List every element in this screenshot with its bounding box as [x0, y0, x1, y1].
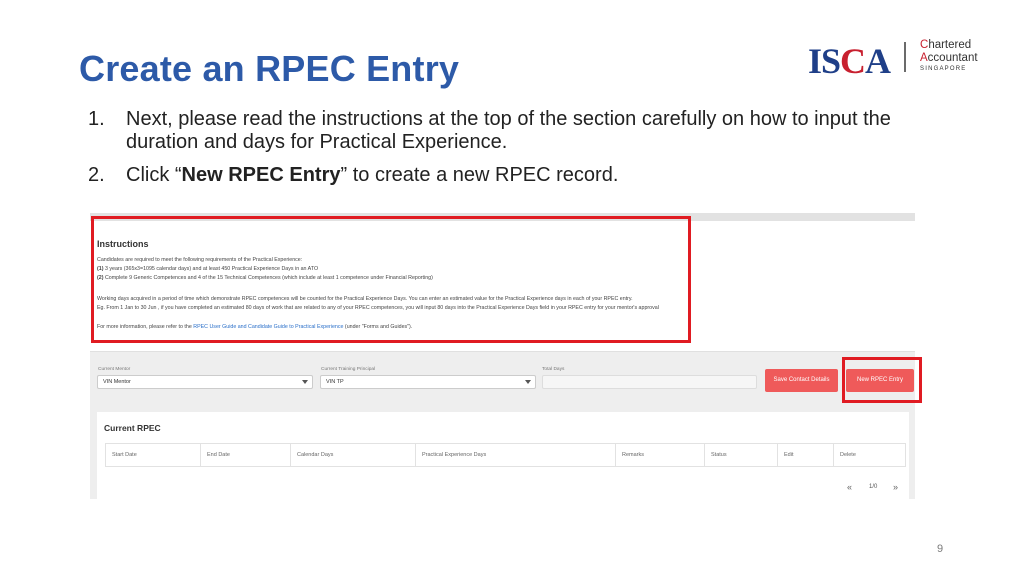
- column-header[interactable]: Calendar Days: [291, 444, 416, 466]
- pager-next-button[interactable]: »: [893, 482, 898, 492]
- mentor-label: Current Mentor: [98, 367, 131, 372]
- column-header[interactable]: End Date: [201, 444, 291, 466]
- logo-divider: [904, 42, 906, 72]
- current-rpec-title: Current RPEC: [104, 423, 161, 433]
- page-number: 9: [937, 543, 944, 555]
- rpec-table-header: Start Date End Date Calendar Days Practi…: [105, 443, 906, 467]
- instructions-highlight-box: [91, 216, 691, 343]
- column-header[interactable]: Status: [705, 444, 778, 466]
- principal-label: Current Training Principal: [321, 367, 376, 372]
- column-header[interactable]: Practical Experience Days: [416, 444, 616, 466]
- column-header[interactable]: Start Date: [106, 444, 201, 466]
- slide-title: Create an RPEC Entry: [79, 48, 460, 89]
- pager-prev-button[interactable]: «: [847, 482, 852, 492]
- chevron-down-icon: [302, 380, 308, 384]
- column-header[interactable]: Remarks: [616, 444, 705, 466]
- isca-logo: ISCA Chartered Accountant SINGAPORE: [808, 38, 988, 81]
- total-days-field: [542, 375, 757, 389]
- pager-status: 1/0: [869, 484, 878, 490]
- current-rpec-panel: Current RPEC Start Date End Date Calenda…: [97, 412, 909, 499]
- step-item: 1. Next, please read the instructions at…: [88, 108, 891, 153]
- isca-wordmark: ISCA: [808, 41, 891, 81]
- principal-select[interactable]: VIN TP: [320, 375, 536, 389]
- chartered-accountant-mark: Chartered Accountant SINGAPORE: [920, 39, 978, 72]
- column-header[interactable]: Edit: [778, 444, 834, 466]
- total-days-label: Total Days: [542, 367, 565, 372]
- column-header[interactable]: Delete: [834, 444, 905, 466]
- mentor-select[interactable]: VIN Mentor: [97, 375, 313, 389]
- step-item: 2. Click “New RPEC Entry” to create a ne…: [88, 164, 619, 186]
- new-rpec-highlight-box: [842, 357, 922, 403]
- save-contact-details-button[interactable]: Save Contact Details: [765, 369, 838, 392]
- chevron-down-icon: [525, 380, 531, 384]
- instruction-steps: 1. Next, please read the instructions at…: [88, 108, 968, 197]
